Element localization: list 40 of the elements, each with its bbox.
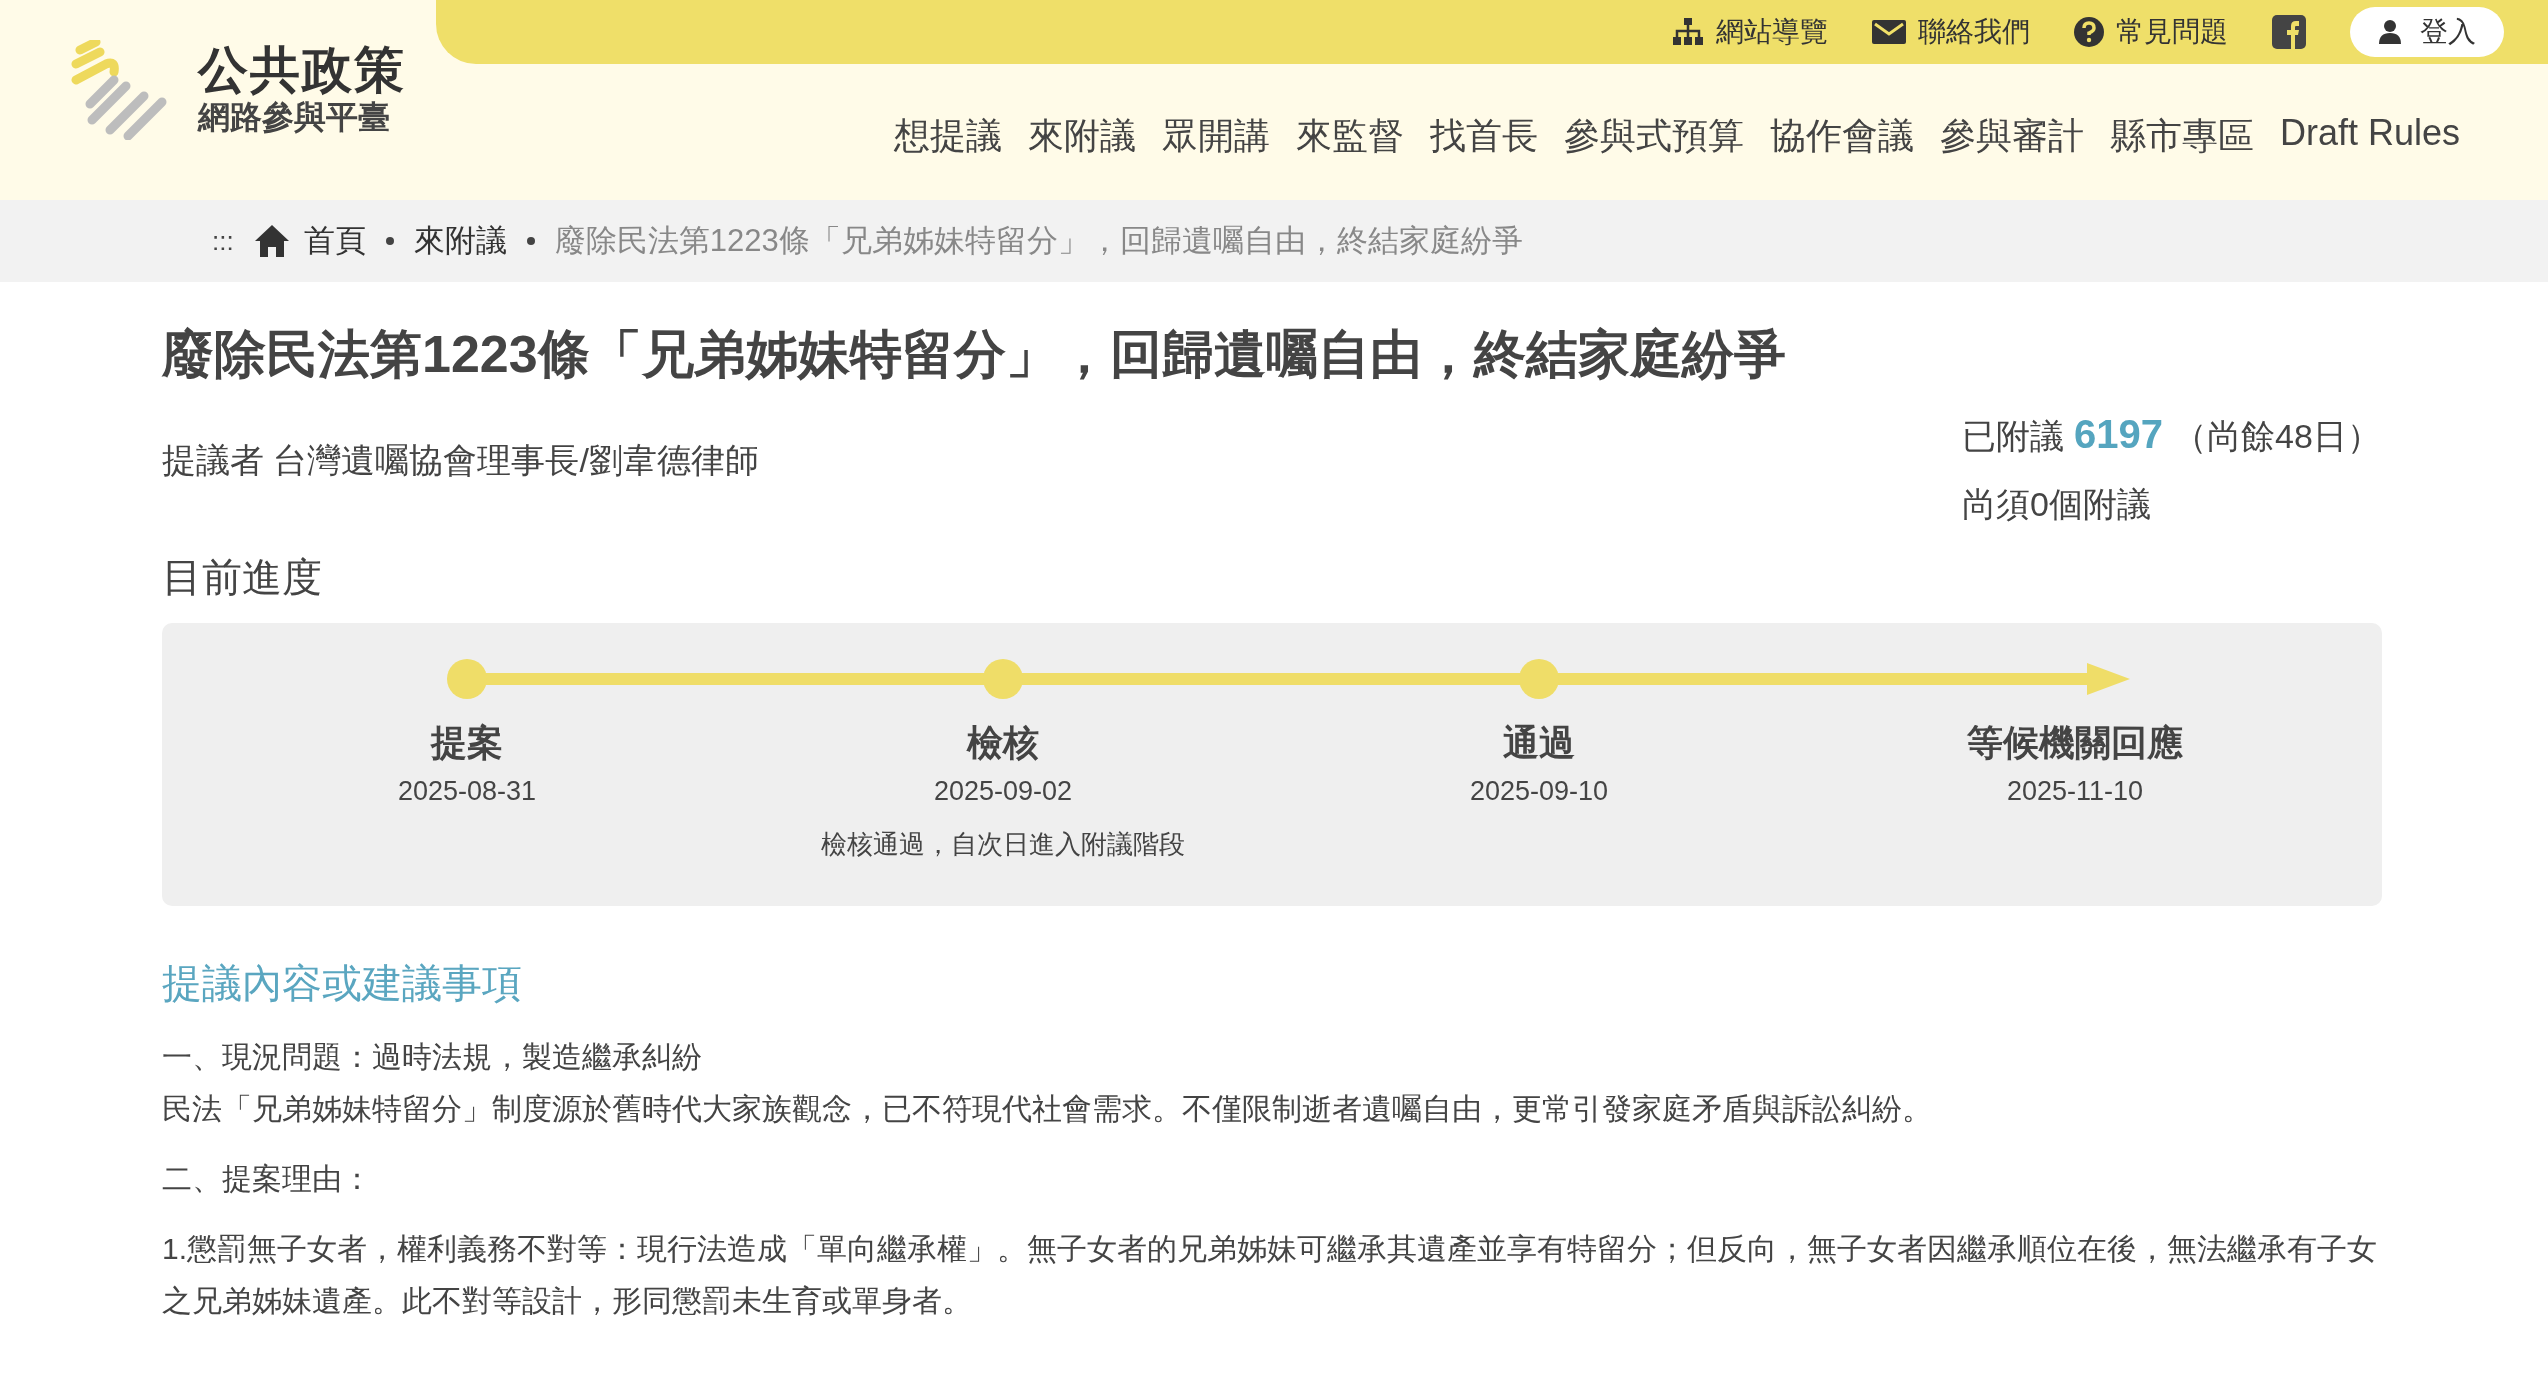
breadcrumb-link[interactable]: 首頁 (303, 220, 366, 262)
nav-item[interactable]: 參與審計 (1939, 112, 2084, 161)
login-button[interactable]: 登入 (2350, 7, 2504, 57)
days-left: （尚餘48日） (2173, 416, 2381, 457)
progress-heading: 目前進度 (162, 554, 323, 601)
nav-item[interactable]: 找首長 (1429, 112, 1538, 161)
stage-date: 2025-09-10 (1469, 776, 1609, 807)
proposer-text: 提議者 台灣遺囑協會理事長/劉韋德律師 (162, 440, 759, 481)
top-link[interactable]: 常見問題 (2074, 13, 2228, 51)
paragraph: 民法「兄弟姊妹特留分」制度源於舊時代大家族觀念，已不符現代社會需求。不僅限制逝者遺囑自由，更常引發家庭矛盾與訴訟糾紛。 (162, 1091, 1933, 1127)
stage-date: 2025-09-02 (933, 776, 1073, 807)
breadcrumb-link[interactable]: 來附議 (413, 220, 507, 262)
nav-item[interactable]: Draft Rules (2279, 112, 2460, 161)
stage-name: 檢核 (967, 721, 1039, 765)
top-link[interactable]: 網站導覽 (1672, 13, 1828, 51)
section-heading: 提議內容或建議事項 (162, 960, 523, 1007)
nav-item[interactable]: 協作會議 (1769, 112, 1914, 161)
needed-text: 尚須0個附議 (1962, 484, 2152, 525)
site-title: 公共政策 (198, 43, 406, 99)
nav-item[interactable]: 眾開講 (1161, 112, 1270, 161)
stage-name: 通過 (1503, 721, 1575, 765)
paragraph: 二、提案理由： (162, 1161, 373, 1197)
seconded-label: 已附議 (1962, 416, 2064, 457)
stage-date: 2025-08-31 (397, 776, 537, 807)
nav-item[interactable]: 來監督 (1295, 112, 1404, 161)
proposal-title: 廢除民法第1223條「兄弟姊妹特留分」，回歸遺囑自由，終結家庭紛爭 (162, 324, 1787, 385)
nav-item[interactable]: 參與式預算 (1563, 112, 1744, 161)
paragraph: 一、現況問題：過時法規，製造繼承糾紛 (162, 1039, 703, 1075)
nav-item[interactable]: 來附議 (1027, 112, 1136, 161)
stage-note: 檢核通過，自次日進入附議階段 (821, 828, 1185, 861)
top-link[interactable]: 聯絡我們 (1872, 13, 2030, 51)
seconded-count: 6197 (2074, 412, 2163, 457)
paragraph: 1.懲罰無子女者，權利義務不對等：現行法造成「單向繼承權」。無子女者的兄弟姊妹可繼承其遺產並享有特留分；但反向，無子女者因繼承順位在後，無法繼承有子女之兄弟姊妹遺產。此不對等設計，形同懲罰未生育或單身者。 (162, 1231, 2379, 1319)
stage-name: 等候機關回應 (1967, 721, 2183, 765)
breadcrumb-separator: ::: (212, 225, 234, 257)
stage-date: 2025-11-10 (2006, 776, 2144, 807)
site-subtitle: 網路參與平臺 (198, 98, 391, 137)
stage-name: 提案 (431, 721, 503, 765)
nav-item[interactable]: 縣市專區 (2109, 112, 2254, 161)
nav-item[interactable]: 想提議 (893, 112, 1002, 161)
